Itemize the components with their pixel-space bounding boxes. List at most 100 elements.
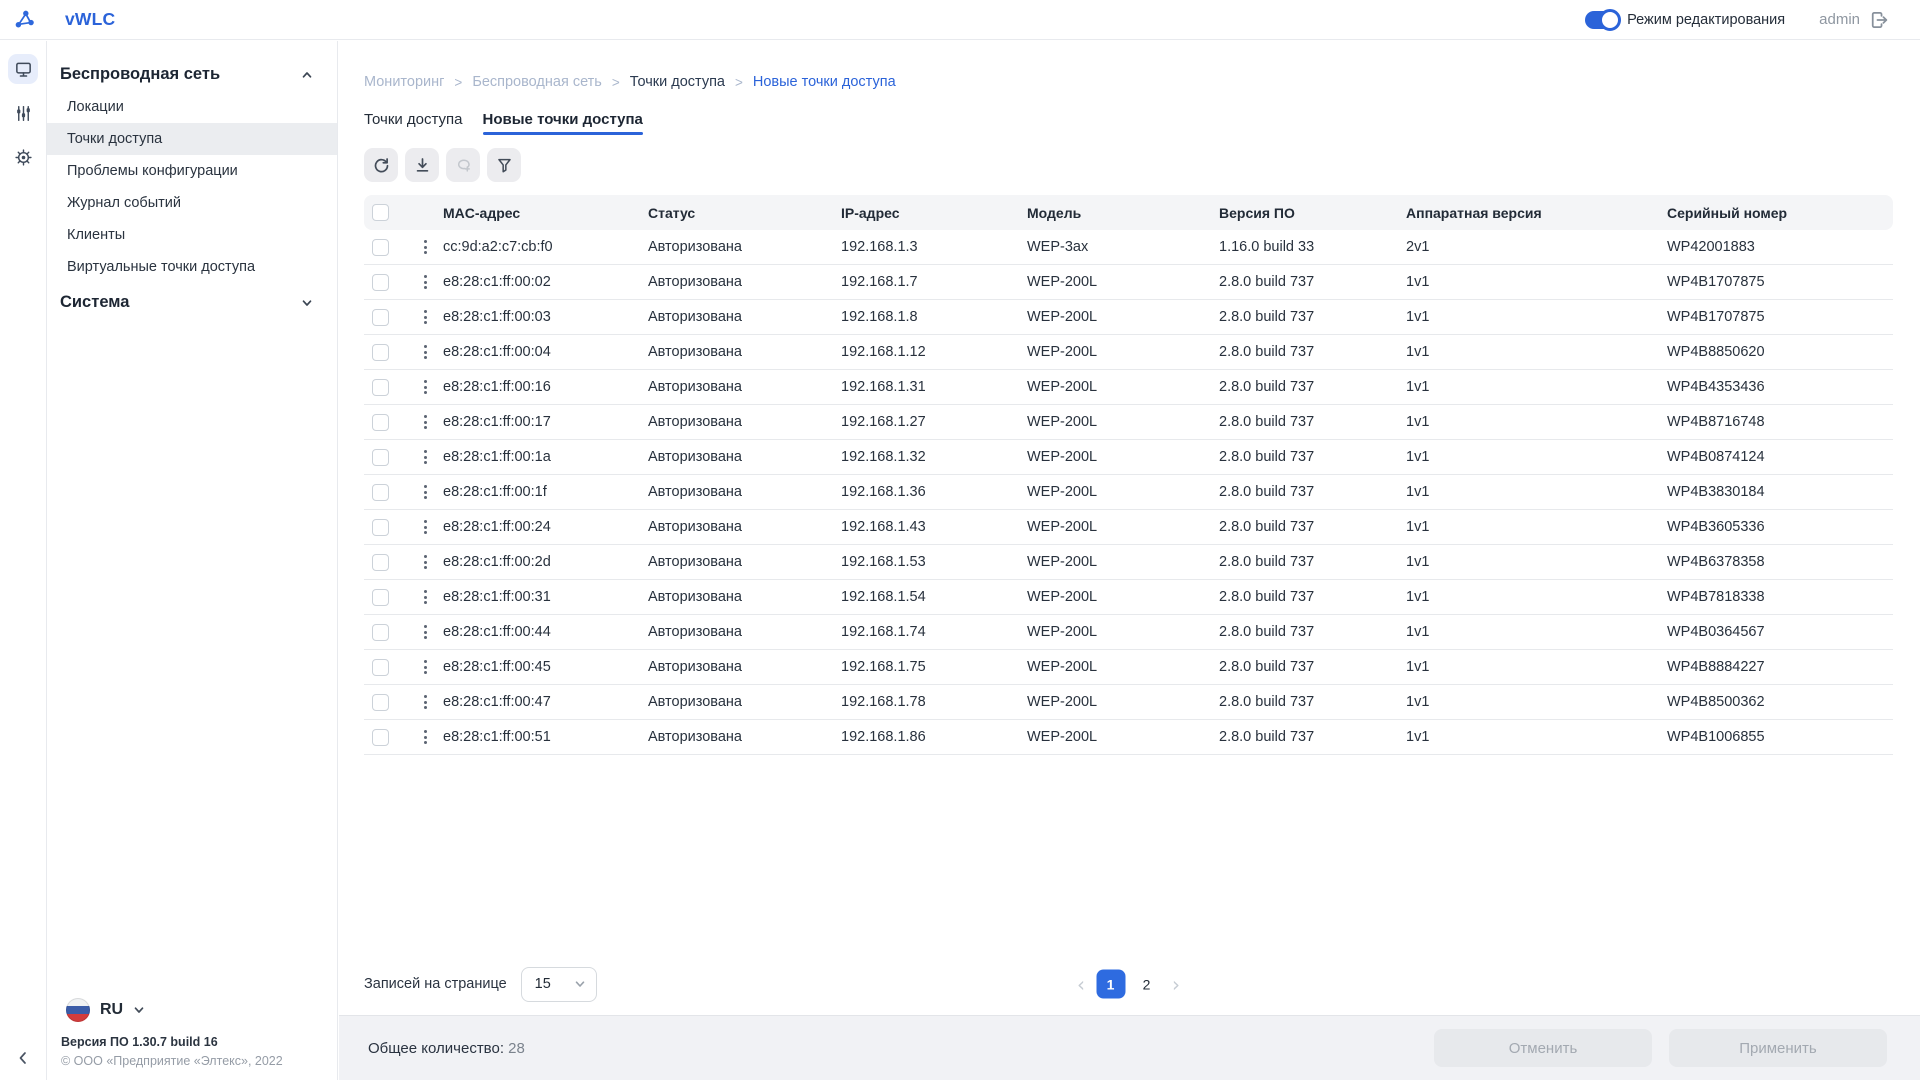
cell-model: WEP-200L [1027, 554, 1219, 570]
cell-serial: WP42001883 [1667, 239, 1893, 255]
row-checkbox[interactable] [372, 519, 389, 536]
row-menu-icon[interactable] [417, 551, 433, 573]
language-selector[interactable]: RU [61, 998, 323, 1022]
cell-hw-version: 1v1 [1406, 484, 1667, 500]
table-header-row: MAC-адресСтатусIP-адресМодельВерсия ПОАп… [364, 195, 1893, 230]
row-menu-icon[interactable] [417, 656, 433, 678]
row-checkbox[interactable] [372, 379, 389, 396]
per-page-select[interactable]: 15 [521, 967, 597, 1002]
lasso-add-button[interactable] [446, 148, 480, 182]
row-menu-icon[interactable] [417, 446, 433, 468]
page-button-2[interactable]: 2 [1132, 970, 1161, 999]
row-menu-icon[interactable] [417, 341, 433, 363]
row-checkbox[interactable] [372, 274, 389, 291]
edit-mode-toggle[interactable] [1585, 11, 1619, 29]
chevron-down-icon [301, 297, 313, 309]
sidebar-item[interactable]: Проблемы конфигурации [47, 155, 337, 187]
select-all-checkbox[interactable] [372, 204, 389, 221]
table-row: e8:28:c1:ff:00:2dАвторизована192.168.1.5… [364, 545, 1893, 580]
sidebar-item[interactable]: Клиенты [47, 219, 337, 251]
collapse-sidebar-icon[interactable] [16, 1050, 30, 1066]
row-checkbox[interactable] [372, 729, 389, 746]
row-menu-icon[interactable] [417, 271, 433, 293]
sidebar-item[interactable]: Журнал событий [47, 187, 337, 219]
cell-ip: 192.168.1.54 [841, 589, 1027, 605]
pager-prev-icon[interactable]: ‹ [1073, 974, 1089, 994]
cancel-button[interactable]: Отменить [1434, 1029, 1652, 1067]
total-count-label: Общее количество: [368, 1040, 504, 1057]
cell-serial: WP4B8500362 [1667, 694, 1893, 710]
sidebar-section-wireless[interactable]: Беспроводная сеть [47, 62, 337, 87]
row-menu-icon[interactable] [417, 481, 433, 503]
row-checkbox[interactable] [372, 309, 389, 326]
refresh-button[interactable] [364, 148, 398, 182]
logout-icon[interactable] [1868, 9, 1890, 31]
cell-status: Авторизована [648, 239, 841, 255]
breadcrumb-item[interactable]: Точки доступа [630, 74, 725, 90]
row-checkbox[interactable] [372, 414, 389, 431]
download-button[interactable] [405, 148, 439, 182]
monitor-icon [14, 60, 33, 79]
row-checkbox[interactable] [372, 344, 389, 361]
cell-fw-version: 2.8.0 build 737 [1219, 449, 1406, 465]
cell-serial: WP4B3605336 [1667, 519, 1893, 535]
sidebar-footer: RU Версия ПО 1.30.7 build 16 © ООО «Пред… [47, 998, 337, 1080]
row-checkbox[interactable] [372, 624, 389, 641]
apply-button[interactable]: Применить [1669, 1029, 1887, 1067]
cell-model: WEP-200L [1027, 484, 1219, 500]
tab-access-points[interactable]: Точки доступа [364, 111, 463, 135]
cell-ip: 192.168.1.31 [841, 379, 1027, 395]
page-button-1[interactable]: 1 [1096, 970, 1125, 999]
table-row: e8:28:c1:ff:00:44Авторизована192.168.1.7… [364, 615, 1893, 650]
row-checkbox[interactable] [372, 484, 389, 501]
row-menu-icon[interactable] [417, 411, 433, 433]
pager: ‹ 12 › [1073, 970, 1184, 999]
pager-next-icon[interactable]: › [1168, 974, 1184, 994]
cell-status: Авторизована [648, 694, 841, 710]
row-checkbox[interactable] [372, 694, 389, 711]
sidebar-item[interactable]: Локации [47, 91, 337, 123]
brand: vWLC [14, 9, 115, 30]
cell-mac: e8:28:c1:ff:00:04 [443, 344, 648, 360]
cell-status: Авторизована [648, 309, 841, 325]
cell-hw-version: 1v1 [1406, 379, 1667, 395]
column-header-serial: Серийный номер [1667, 205, 1893, 221]
cell-ip: 192.168.1.43 [841, 519, 1027, 535]
row-menu-icon[interactable] [417, 236, 433, 258]
rail-monitoring-button[interactable] [8, 54, 38, 84]
row-menu-icon[interactable] [417, 726, 433, 748]
sidebar-item[interactable]: Виртуальные точки доступа [47, 251, 337, 283]
row-menu-icon[interactable] [417, 586, 433, 608]
row-menu-icon[interactable] [417, 516, 433, 538]
cell-fw-version: 2.8.0 build 737 [1219, 414, 1406, 430]
rail-radio-settings-button[interactable] [8, 98, 38, 128]
row-menu-icon[interactable] [417, 306, 433, 328]
cell-fw-version: 2.8.0 build 737 [1219, 274, 1406, 290]
edit-mode-label: Режим редактирования [1627, 12, 1785, 28]
user-name[interactable]: admin [1819, 11, 1860, 28]
row-checkbox[interactable] [372, 449, 389, 466]
cell-mac: e8:28:c1:ff:00:24 [443, 519, 648, 535]
breadcrumb-item[interactable]: Новые точки доступа [753, 74, 896, 90]
sidebar-item[interactable]: Точки доступа [47, 123, 337, 155]
rail-system-settings-button[interactable] [8, 142, 38, 172]
row-menu-icon[interactable] [417, 376, 433, 398]
language-code: RU [100, 1001, 123, 1019]
row-checkbox[interactable] [372, 589, 389, 606]
row-menu-icon[interactable] [417, 621, 433, 643]
filter-button[interactable] [487, 148, 521, 182]
chevron-up-icon [301, 69, 313, 81]
sidebar-section-system[interactable]: Система [47, 290, 337, 315]
row-menu-icon[interactable] [417, 691, 433, 713]
cell-fw-version: 2.8.0 build 737 [1219, 344, 1406, 360]
row-checkbox[interactable] [372, 239, 389, 256]
cell-status: Авторизована [648, 659, 841, 675]
breadcrumb-item[interactable]: Мониторинг [364, 74, 444, 90]
cell-fw-version: 2.8.0 build 737 [1219, 694, 1406, 710]
tab-new-access-points[interactable]: Новые точки доступа [483, 111, 643, 135]
row-checkbox[interactable] [372, 659, 389, 676]
row-checkbox[interactable] [372, 554, 389, 571]
cell-mac: e8:28:c1:ff:00:47 [443, 694, 648, 710]
breadcrumb-item[interactable]: Беспроводная сеть [472, 74, 602, 90]
cell-status: Авторизована [648, 484, 841, 500]
